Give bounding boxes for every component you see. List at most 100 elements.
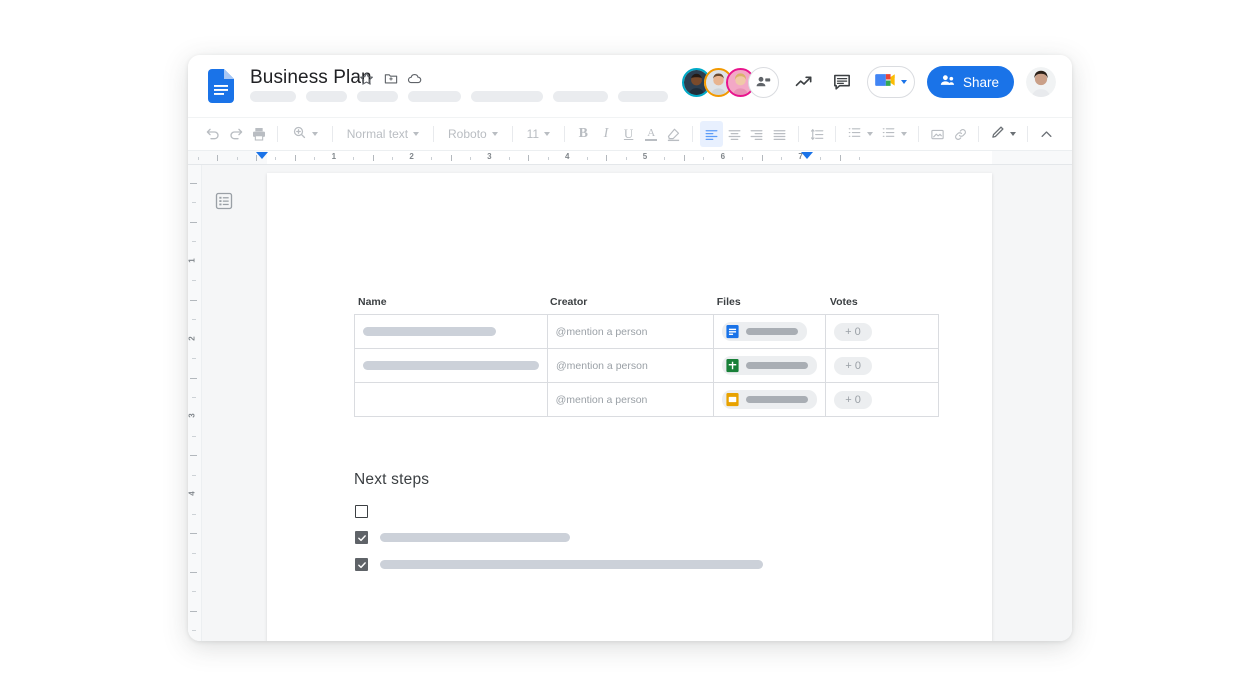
checklist-item[interactable] — [355, 531, 570, 544]
checklist-item[interactable] — [355, 505, 368, 518]
share-label: Share — [962, 74, 999, 90]
menu-placeholder[interactable] — [553, 91, 608, 102]
activity-trend-icon[interactable] — [791, 69, 817, 95]
menu-placeholder[interactable] — [471, 91, 543, 102]
cell-creator[interactable]: @mention a person — [548, 349, 715, 382]
horizontal-ruler[interactable]: 1234567 — [188, 150, 1072, 165]
vote-button[interactable]: + 0 — [834, 390, 872, 409]
share-button[interactable]: Share — [926, 66, 1014, 98]
google-meet-button[interactable] — [866, 66, 915, 98]
bold-button[interactable]: B — [572, 121, 595, 147]
font-size-dropdown[interactable]: 11 — [520, 127, 557, 141]
chevron-up-icon[interactable] — [1035, 121, 1058, 147]
cell-files[interactable] — [714, 349, 827, 382]
cell-files[interactable] — [714, 315, 827, 348]
ruler-tick — [742, 157, 744, 160]
ruler-tick — [528, 155, 530, 161]
name-placeholder-bar — [363, 327, 496, 336]
file-chip-slides[interactable] — [722, 390, 818, 409]
chevron-down-icon — [1010, 132, 1017, 136]
document-title[interactable]: Business Plan — [250, 67, 372, 89]
vote-button[interactable]: + 0 — [834, 322, 872, 341]
checkbox-checked-icon[interactable] — [355, 558, 368, 571]
cloud-saved-icon[interactable] — [406, 70, 423, 87]
italic-button[interactable]: I — [595, 121, 618, 147]
vertical-ruler-number: 3 — [188, 413, 197, 419]
print-icon[interactable] — [247, 121, 270, 147]
toolbar-divider — [918, 126, 920, 142]
toolbar-divider — [692, 126, 694, 142]
table-row[interactable]: @mention a person + 0 — [355, 349, 938, 383]
underline-button[interactable]: U — [617, 121, 640, 147]
menu-placeholder[interactable] — [618, 91, 668, 102]
cell-name[interactable] — [355, 383, 548, 416]
checklist-item[interactable] — [355, 558, 763, 571]
cell-votes[interactable]: + 0 — [826, 315, 938, 348]
cell-files[interactable] — [714, 383, 827, 416]
align-left-icon[interactable] — [700, 121, 723, 147]
vote-button[interactable]: + 0 — [834, 356, 872, 375]
insert-image-icon[interactable] — [926, 121, 949, 147]
google-meet-icon — [874, 71, 896, 94]
user-profile-photo[interactable] — [1026, 67, 1056, 97]
chevron-down-icon — [544, 132, 551, 136]
mention-placeholder[interactable]: @mention a person — [556, 360, 648, 372]
menu-placeholder[interactable] — [408, 91, 461, 102]
align-right-icon[interactable] — [746, 121, 769, 147]
menu-placeholder[interactable] — [250, 91, 296, 102]
numbered-list-icon — [881, 125, 896, 143]
document-page[interactable]: Name Creator Files Votes @mention a pers… — [267, 173, 992, 641]
ruler-page-band — [267, 151, 992, 164]
file-chip-sheets[interactable] — [722, 356, 818, 375]
right-indent-marker[interactable] — [801, 152, 813, 159]
vertical-ruler-tick — [192, 358, 196, 360]
move-to-folder-icon[interactable] — [382, 70, 399, 87]
zoom-control[interactable] — [285, 125, 325, 143]
left-indent-marker[interactable] — [256, 152, 268, 159]
star-icon[interactable] — [358, 70, 375, 87]
paragraph-style-dropdown[interactable]: Normal text — [340, 127, 426, 141]
vertical-ruler[interactable]: 1 2 3 4 — [188, 165, 202, 641]
text-color-swatch — [645, 138, 658, 141]
menu-placeholder[interactable] — [306, 91, 347, 102]
file-name-placeholder — [746, 362, 809, 369]
align-justify-icon[interactable] — [768, 121, 791, 147]
bulleted-list-dropdown[interactable] — [843, 125, 877, 143]
checklist-text-placeholder — [380, 560, 763, 569]
edit-mode-dropdown[interactable] — [986, 125, 1020, 143]
menu-placeholder[interactable] — [357, 91, 398, 102]
text-color-button[interactable]: A — [640, 121, 663, 147]
file-chip-docs[interactable] — [722, 322, 808, 341]
add-person-icon[interactable] — [747, 66, 779, 98]
document-outline-icon[interactable] — [213, 190, 235, 212]
toolbar-divider — [511, 126, 513, 142]
font-family-dropdown[interactable]: Roboto — [441, 127, 505, 141]
ruler-tick — [275, 157, 277, 160]
highlight-pen-icon[interactable] — [663, 121, 686, 147]
underline-label: U — [623, 126, 634, 141]
cell-name[interactable] — [355, 315, 548, 348]
cell-votes[interactable]: + 0 — [826, 383, 938, 416]
line-spacing-icon[interactable] — [806, 121, 829, 147]
table-row[interactable]: @mention a person + 0 — [355, 383, 938, 417]
comment-history-icon[interactable] — [829, 69, 855, 95]
mention-placeholder[interactable]: @mention a person — [556, 394, 648, 406]
zoom-icon — [292, 125, 307, 143]
cell-name[interactable] — [355, 349, 548, 382]
numbered-list-dropdown[interactable] — [877, 125, 911, 143]
table-row[interactable]: @mention a person + 0 — [355, 315, 938, 349]
checkbox-unchecked-icon[interactable] — [355, 505, 368, 518]
mention-placeholder[interactable]: @mention a person — [556, 326, 648, 338]
undo-icon[interactable] — [202, 121, 225, 147]
cell-creator[interactable]: @mention a person — [548, 383, 715, 416]
checkbox-checked-icon[interactable] — [355, 531, 368, 544]
redo-icon[interactable] — [225, 121, 248, 147]
document-canvas: 1234 Name Creator Files Votes @mention a… — [188, 165, 1072, 641]
vertical-ruler-tick — [190, 610, 197, 612]
ruler-tick — [372, 155, 374, 161]
cell-creator[interactable]: @mention a person — [548, 315, 715, 348]
menu-bar-placeholders[interactable] — [250, 91, 668, 102]
insert-link-icon[interactable] — [949, 121, 972, 147]
cell-votes[interactable]: + 0 — [826, 349, 938, 382]
align-center-icon[interactable] — [723, 121, 746, 147]
